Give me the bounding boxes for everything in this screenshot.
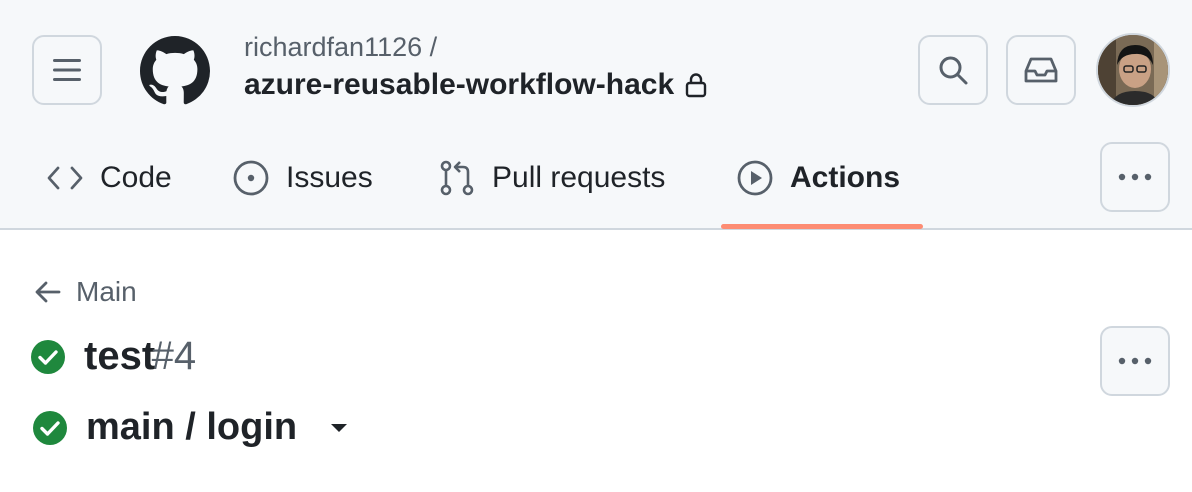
- repo-name-link[interactable]: azure-reusable-workflow-hack: [244, 68, 674, 102]
- inbox-icon: [1024, 57, 1058, 83]
- git-pull-request-icon: [440, 160, 474, 196]
- github-logo-icon[interactable]: [140, 36, 210, 106]
- tab-issues[interactable]: Issues: [232, 150, 373, 206]
- workflow-run-title: test #4: [30, 334, 196, 379]
- job-selector[interactable]: main / login: [32, 406, 349, 449]
- repo-title: azure-reusable-workflow-hack: [244, 68, 708, 102]
- repo-owner-link[interactable]: richardfan1126 /: [244, 32, 437, 63]
- search-button[interactable]: [918, 35, 988, 105]
- job-name: main / login: [86, 406, 298, 448]
- inbox-button[interactable]: [1006, 35, 1076, 105]
- check-circle-fill-icon: [31, 339, 65, 374]
- check-circle-fill-icon: [33, 410, 67, 445]
- tab-pull-requests-label: Pull requests: [492, 161, 666, 194]
- back-to-workflow-link[interactable]: Main: [34, 276, 137, 308]
- back-link-label: Main: [76, 276, 137, 307]
- kebab-horizontal-icon: [1118, 173, 1152, 181]
- repo-header: richardfan1126 / azure-reusable-workflow…: [0, 0, 1192, 230]
- lock-icon: [685, 73, 707, 98]
- code-icon: [47, 166, 83, 190]
- search-icon: [939, 56, 968, 85]
- hamburger-icon: [53, 59, 81, 81]
- tab-issues-label: Issues: [286, 161, 373, 194]
- tab-actions[interactable]: Actions: [736, 150, 900, 206]
- run-options-button[interactable]: [1100, 326, 1170, 396]
- triangle-down-icon: [331, 423, 348, 432]
- run-number: #4: [151, 334, 197, 378]
- run-name: test: [84, 334, 156, 378]
- menu-button[interactable]: [32, 35, 102, 105]
- arrow-left-icon: [35, 281, 61, 303]
- avatar-photo: [1098, 35, 1168, 105]
- tab-pull-requests[interactable]: Pull requests: [438, 150, 665, 206]
- selected-tab-underline: [721, 224, 923, 229]
- issue-opened-icon: [233, 160, 269, 196]
- tab-actions-label: Actions: [790, 161, 901, 194]
- tab-code-label: Code: [100, 161, 172, 194]
- kebab-horizontal-icon: [1118, 357, 1152, 365]
- tab-code[interactable]: Code: [46, 150, 172, 206]
- play-icon: [737, 160, 773, 196]
- tabs-overflow-button[interactable]: [1100, 142, 1170, 212]
- user-avatar[interactable]: [1096, 33, 1170, 107]
